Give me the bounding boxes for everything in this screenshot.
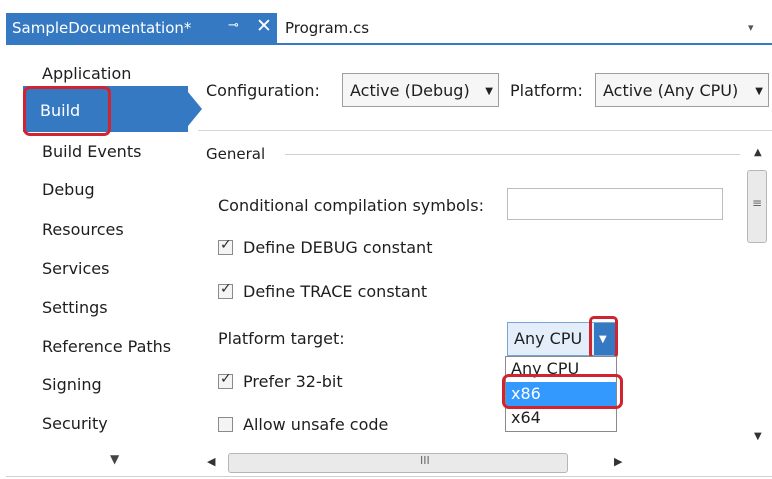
sidebar-item-application[interactable]: Application bbox=[42, 64, 131, 83]
platform-target-label: Platform target: bbox=[218, 329, 345, 348]
scroll-right-icon[interactable]: ▶ bbox=[614, 455, 622, 468]
tab-sampledocumentation[interactable]: SampleDocumentation* ⊸ ✕ bbox=[6, 13, 277, 44]
config-separator bbox=[198, 130, 772, 131]
section-divider bbox=[285, 154, 740, 155]
sidebar-item-signing[interactable]: Signing bbox=[42, 375, 102, 394]
selected-arrow-indicator bbox=[188, 92, 202, 126]
general-section-heading: General bbox=[206, 145, 266, 163]
prefer-32bit-checkbox[interactable]: ✓ bbox=[218, 371, 233, 389]
tab-menu-dropdown-icon[interactable]: ▾ bbox=[748, 21, 754, 34]
platform-dropdown[interactable]: Active (Any CPU) ▼ bbox=[595, 73, 769, 107]
chevron-down-icon: ▼ bbox=[485, 86, 493, 97]
prefer-32bit-label: Prefer 32-bit bbox=[243, 372, 343, 391]
chevron-down-icon: ▼ bbox=[755, 86, 763, 97]
option-x64[interactable]: x64 bbox=[506, 406, 616, 430]
sidebar-item-reference-paths[interactable]: Reference Paths bbox=[42, 337, 171, 356]
define-debug-checkbox[interactable]: ✓ bbox=[218, 237, 233, 255]
configuration-label: Configuration: bbox=[206, 81, 320, 100]
sidebar-item-security[interactable]: Security bbox=[42, 414, 108, 433]
define-debug-label: Define DEBUG constant bbox=[243, 238, 433, 257]
platform-value: Active (Any CPU) bbox=[603, 81, 739, 100]
conditional-symbols-label: Conditional compilation symbols: bbox=[218, 196, 484, 215]
conditional-symbols-input[interactable] bbox=[507, 188, 723, 220]
grip-icon: III bbox=[420, 454, 430, 467]
tab-label: Program.cs bbox=[285, 19, 370, 37]
sidebar-item-services[interactable]: Services bbox=[42, 259, 109, 278]
annotation-highlight-x86 bbox=[502, 374, 623, 409]
checkmark-icon: ✓ bbox=[220, 237, 232, 253]
nav-scroll-down-icon[interactable]: ▼ bbox=[110, 452, 119, 466]
configuration-value: Active (Debug) bbox=[350, 81, 470, 100]
define-trace-label: Define TRACE constant bbox=[243, 282, 428, 301]
scroll-up-icon[interactable]: ▲ bbox=[754, 147, 762, 158]
checkmark-icon: ✓ bbox=[220, 371, 232, 387]
configuration-dropdown[interactable]: Active (Debug) ▼ bbox=[342, 73, 499, 107]
horizontal-scroll-thumb[interactable] bbox=[228, 453, 568, 473]
platform-label: Platform: bbox=[510, 81, 583, 100]
close-icon[interactable]: ✕ bbox=[256, 15, 272, 37]
pin-icon[interactable]: ⊸ bbox=[228, 18, 239, 33]
checkmark-icon: ✓ bbox=[220, 281, 232, 297]
tab-strip-underline bbox=[6, 43, 772, 45]
bottom-divider bbox=[6, 476, 772, 477]
scroll-left-icon[interactable]: ◀ bbox=[207, 455, 215, 468]
allow-unsafe-label: Allow unsafe code bbox=[243, 415, 389, 434]
sidebar-item-build-events[interactable]: Build Events bbox=[42, 142, 141, 161]
sidebar-item-resources[interactable]: Resources bbox=[42, 220, 124, 239]
allow-unsafe-checkbox[interactable] bbox=[218, 417, 233, 432]
annotation-highlight-dropdown-arrow bbox=[589, 316, 618, 359]
grip-icon: ≡ bbox=[752, 196, 763, 210]
scroll-down-icon[interactable]: ▼ bbox=[754, 431, 762, 442]
tab-label: SampleDocumentation* bbox=[12, 19, 192, 37]
sidebar-item-debug[interactable]: Debug bbox=[42, 180, 95, 199]
annotation-highlight-build bbox=[23, 86, 111, 136]
define-trace-checkbox[interactable]: ✓ bbox=[218, 281, 233, 299]
sidebar-item-settings[interactable]: Settings bbox=[42, 298, 108, 317]
platform-target-value: Any CPU bbox=[514, 329, 583, 348]
